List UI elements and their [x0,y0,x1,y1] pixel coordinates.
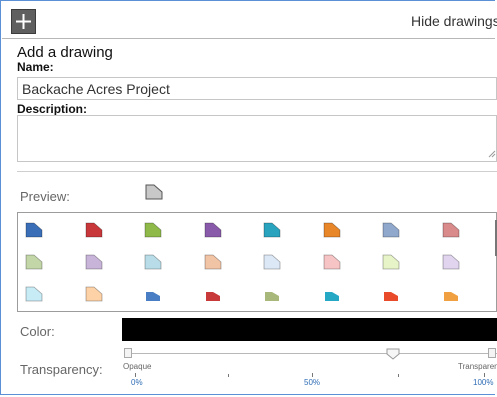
section-title: Add a drawing [17,44,113,61]
color-label: Color: [20,324,55,339]
shape-icon [265,292,279,301]
color-swatch[interactable] [204,285,222,303]
transparency-label: Transparency: [20,362,103,377]
color-swatch[interactable] [25,221,43,239]
color-swatch[interactable] [25,253,43,271]
slider-tick [135,373,136,377]
slider-tick [228,374,229,377]
color-swatch[interactable] [144,221,162,239]
color-swatch[interactable] [85,253,103,271]
shape-icon [263,222,281,238]
color-swatch[interactable] [263,285,281,303]
shape-icon [144,222,162,238]
color-swatch[interactable] [204,253,222,271]
shape-icon [85,222,102,238]
color-swatch[interactable] [442,221,460,239]
color-swatch[interactable] [323,221,341,239]
shape-icon [25,254,43,270]
plus-icon [16,14,31,29]
color-swatch[interactable] [382,285,400,303]
shape-icon [323,222,340,238]
slider-increase-button[interactable] [488,348,496,358]
color-swatch[interactable] [442,285,460,303]
color-swatch[interactable] [323,285,341,303]
shape-icon [382,254,400,270]
slider-tick [312,373,313,377]
shape-icon [25,222,43,238]
color-swatch[interactable] [382,221,400,239]
slider-tick [398,374,399,377]
shape-icon [323,254,340,270]
color-swatch[interactable] [25,285,43,303]
resize-grip-icon[interactable] [488,150,496,158]
opaque-label: Opaque [123,362,152,371]
pct-max-label: 100% [473,378,494,387]
transparency-slider-track[interactable] [130,353,497,354]
color-swatch[interactable] [442,253,460,271]
color-swatch[interactable] [382,253,400,271]
transparent-label: Transparent [458,362,497,371]
transparency-slider-thumb[interactable] [386,348,400,360]
name-input[interactable] [17,77,497,100]
pct-min-label: 0% [131,378,143,387]
color-swatch[interactable] [85,285,103,303]
description-label: Description: [17,102,88,116]
fill-color-palette [17,212,497,312]
color-swatch[interactable] [263,221,281,239]
slider-decrease-button[interactable] [124,348,132,358]
preview-label: Preview: [20,189,70,204]
shape-icon [85,286,102,302]
shape-icon [85,254,102,270]
hide-drawings-link[interactable]: Hide drawings [411,13,497,29]
color-swatch[interactable] [263,253,281,271]
shape-icon [324,292,339,301]
divider [17,171,497,172]
add-drawing-button[interactable] [11,9,36,34]
shape-icon [204,222,221,238]
pct-mid-label: 50% [304,378,321,387]
color-swatch[interactable] [144,253,162,271]
shape-icon [25,286,43,302]
shape-icon [382,222,400,238]
name-label: Name: [17,60,54,74]
shape-icon [205,292,220,301]
color-swatch[interactable] [85,221,103,239]
shape-icon [263,254,281,270]
shape-icon [144,254,162,270]
color-swatch[interactable] [144,285,162,303]
toolbar: Hide drawings [2,2,497,38]
color-swatch[interactable] [323,253,341,271]
description-input[interactable] [17,115,497,162]
toolbar-divider [2,38,495,39]
shape-icon [443,292,458,301]
shape-icon [442,254,459,270]
shape-icon [384,292,398,301]
color-picker[interactable] [122,318,497,341]
color-swatch[interactable] [204,221,222,239]
shape-icon [442,222,459,238]
shape-icon [146,292,160,301]
preview-shape-icon [145,184,163,200]
shape-icon [204,254,221,270]
slider-tick [484,373,485,377]
